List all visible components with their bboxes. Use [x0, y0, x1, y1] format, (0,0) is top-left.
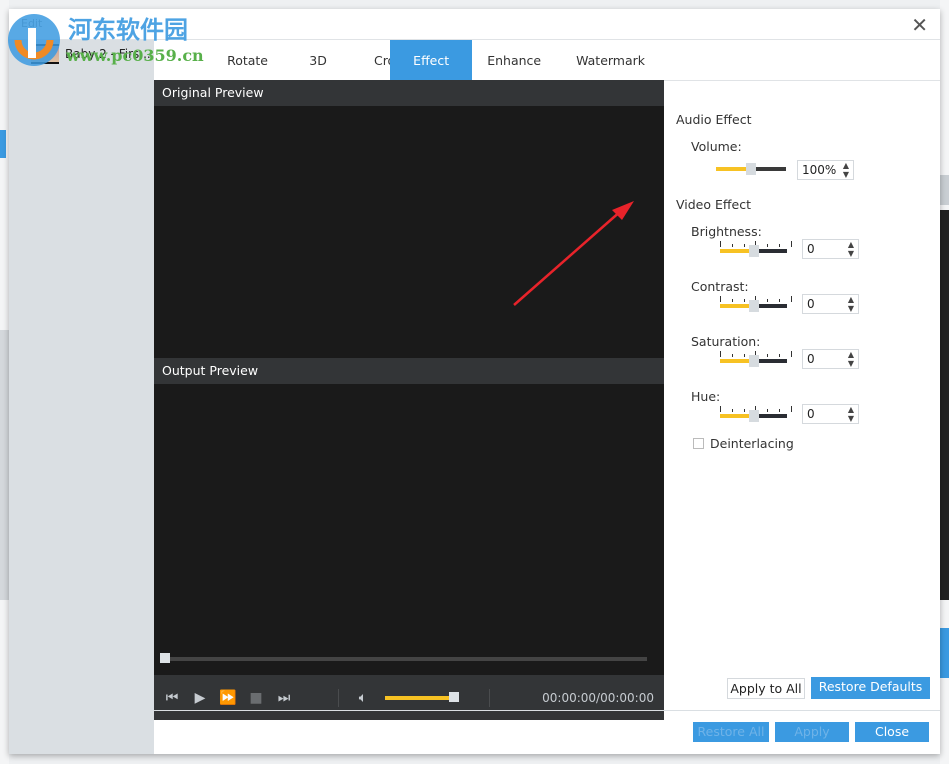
hue-label: Hue:	[691, 389, 721, 404]
tab-enhance[interactable]: Enhance	[472, 40, 556, 80]
background-app-left	[0, 0, 9, 764]
apply-to-all-button[interactable]: Apply to All	[727, 678, 805, 699]
contrast-spinbox[interactable]: 0 ▲ ▼	[802, 294, 859, 314]
brightness-spinbox[interactable]: 0 ▲ ▼	[802, 239, 859, 259]
volume-slider[interactable]	[716, 163, 786, 175]
player-controls: ⏮ ▶ ⏩ ■ ⏭ 🔈︎ 00:00:00/00:00:00	[154, 675, 664, 720]
file-item[interactable]: Baby 2 - Firs...	[31, 44, 151, 64]
play-icon[interactable]: ▶	[186, 690, 214, 706]
volume-handle[interactable]	[449, 691, 459, 702]
restore-all-button[interactable]: Restore All	[693, 722, 769, 742]
tab-effect[interactable]: Effect	[390, 40, 473, 80]
contrast-handle[interactable]	[748, 300, 759, 312]
preview-area: Original Preview Output Preview ⏮ ▶ ⏩ ■ …	[154, 80, 664, 720]
output-preview	[154, 384, 664, 636]
hue-slider[interactable]	[720, 406, 792, 422]
deinterlacing-checkbox[interactable]: Deinterlacing	[693, 436, 794, 451]
deinterlacing-label: Deinterlacing	[710, 436, 794, 451]
original-preview	[154, 106, 664, 358]
player-volume-slider[interactable]	[385, 691, 459, 702]
brightness-handle[interactable]	[748, 245, 759, 257]
time-display: 00:00:00/00:00:00	[542, 690, 654, 705]
file-list: Baby 2 - Firs...	[9, 40, 154, 754]
close-icon[interactable]: ✕	[911, 13, 928, 37]
restore-defaults-button[interactable]: Restore Defaults	[811, 677, 930, 699]
saturation-spinbox[interactable]: 0 ▲ ▼	[802, 349, 859, 369]
original-preview-label: Original Preview	[154, 80, 664, 106]
file-name: Baby 2 - Firs...	[65, 47, 151, 61]
volume-spinbox[interactable]: 100% ▲ ▼	[797, 160, 854, 180]
edit-dialog: Edit ✕ Baby 2 - Firs... Rotate 3D Crop E…	[9, 9, 940, 754]
fast-forward-icon[interactable]: ⏩	[214, 690, 242, 706]
skip-forward-icon[interactable]: ⏭	[270, 690, 298, 706]
audio-effect-title: Audio Effect	[676, 112, 752, 127]
video-effect-title: Video Effect	[676, 197, 751, 212]
saturation-slider[interactable]	[720, 351, 792, 367]
edit-tabs: Rotate 3D Crop Effect Enhance Watermark	[154, 40, 665, 80]
saturation-label: Saturation:	[691, 334, 761, 349]
brightness-label: Brightness:	[691, 224, 762, 239]
close-button[interactable]: Close	[855, 722, 929, 742]
effect-panel: Audio Effect Volume: 100% ▲ ▼ Video Effect…	[665, 80, 940, 710]
contrast-label: Contrast:	[691, 279, 749, 294]
video-thumbnail	[31, 44, 59, 64]
stop-icon[interactable]: ■	[242, 690, 270, 706]
volume-icon[interactable]: 🔈︎	[349, 690, 377, 706]
background-app-right	[940, 0, 949, 764]
saturation-handle[interactable]	[748, 355, 759, 367]
skip-back-icon[interactable]: ⏮	[158, 690, 186, 706]
hue-handle[interactable]	[748, 410, 759, 422]
seek-bar[interactable]	[160, 653, 647, 663]
seek-handle[interactable]	[160, 653, 170, 663]
apply-button[interactable]: Apply	[775, 722, 849, 742]
volume-label: Volume:	[691, 139, 742, 154]
tab-rotate[interactable]: Rotate	[194, 40, 301, 80]
output-preview-label: Output Preview	[154, 358, 664, 384]
tab-watermark[interactable]: Watermark	[556, 40, 665, 80]
tab-3d[interactable]: 3D	[301, 40, 335, 80]
contrast-slider[interactable]	[720, 296, 792, 312]
brightness-slider[interactable]	[720, 241, 792, 257]
hue-spinbox[interactable]: 0 ▲ ▼	[802, 404, 859, 424]
dialog-title: Edit	[21, 17, 43, 30]
